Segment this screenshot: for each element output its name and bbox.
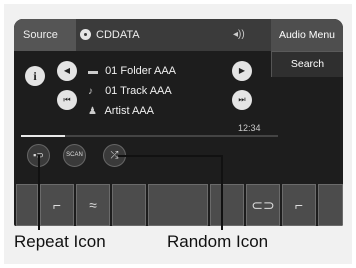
skip-forward-button[interactable]: ⏭ [232,90,252,110]
climate-tile[interactable] [148,184,208,226]
repeat-callout-line [38,155,40,230]
music-note-icon: ♪ [88,86,93,97]
artist-name: Artist AAA [104,105,154,117]
random-icon-label: Random Icon [167,232,269,251]
media-source-label: CDDATA [96,29,140,41]
climate-tile[interactable] [16,184,38,226]
track-row: ♪ 01 Track AAA [88,85,172,97]
audio-screen: Source CDDATA ◂)) Audio Menu Search i ◀ … [14,19,343,226]
progress-bar [21,135,278,137]
random-callout-line [221,155,223,230]
climate-tile[interactable] [112,184,146,226]
folder-name: 01 Folder AAA [105,65,176,77]
fan-icon[interactable]: ≈ [76,184,110,226]
search-button[interactable]: Search [271,51,343,77]
seat-heater-icon[interactable]: ⌐ [282,184,316,226]
scan-button[interactable]: SCAN [63,144,86,167]
next-folder-button[interactable]: ▶ [232,61,252,81]
elapsed-time: 12:34 [238,123,261,133]
info-icon[interactable]: i [25,66,45,86]
climate-tile[interactable] [210,184,244,226]
seat-heater-icon[interactable]: ⌐ [40,184,74,226]
recirculation-icon[interactable]: ⊂⊃ [246,184,280,226]
skip-back-button[interactable]: ⏮ [57,90,77,110]
random-callout-line [118,155,222,157]
previous-folder-button[interactable]: ◀ [57,61,77,81]
climate-tile[interactable] [318,184,343,226]
track-name: 01 Track AAA [105,85,172,97]
repeat-icon-label: Repeat Icon [14,232,106,251]
source-button[interactable]: Source [14,19,76,51]
audio-menu-button[interactable]: Audio Menu [271,19,343,51]
cd-icon [80,29,91,40]
progress-fill [21,135,65,137]
climate-bar: ⌐ ≈ ⊂⊃ ⌐ [16,184,343,226]
artist-row: ♟ Artist AAA [88,105,154,117]
volume-icon: ◂)) [233,29,245,40]
artist-icon: ♟ [88,106,97,117]
folder-icon: ▬ [88,66,98,77]
folder-row: ▬ 01 Folder AAA [88,65,176,77]
